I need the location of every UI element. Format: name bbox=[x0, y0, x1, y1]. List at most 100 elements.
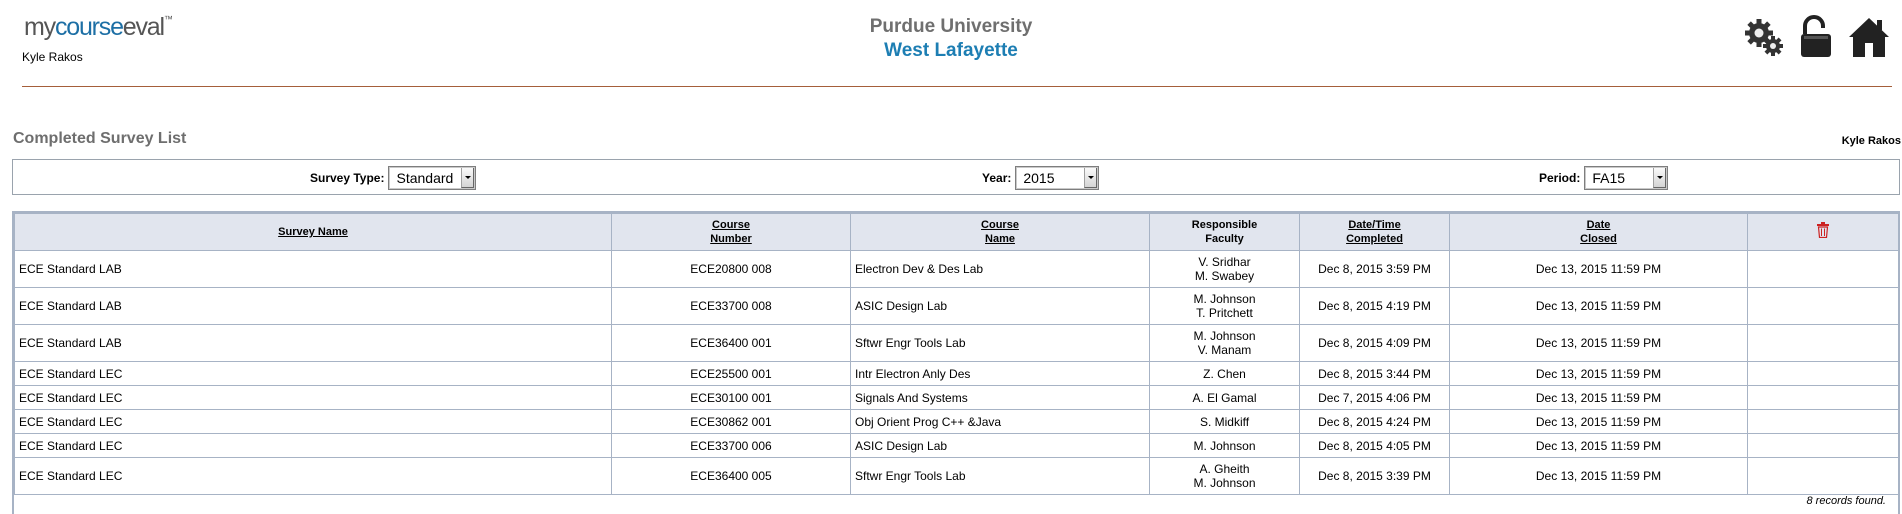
date-closed-cell: Dec 13, 2015 11:59 PM bbox=[1449, 409, 1748, 434]
survey-name-cell: ECE Standard LEC bbox=[14, 385, 612, 410]
action-cell bbox=[1747, 433, 1899, 458]
date-completed-cell: Dec 8, 2015 3:39 PM bbox=[1299, 457, 1450, 495]
header-completed-line1[interactable]: Date/Time bbox=[1348, 219, 1400, 231]
faculty-name: M. Johnson bbox=[1193, 476, 1256, 490]
header-survey-name-link[interactable]: Survey Name bbox=[278, 226, 348, 238]
table-row: ECE Standard LEC ECE25500 001 Intr Elect… bbox=[14, 361, 1899, 386]
chevron-down-icon bbox=[1084, 168, 1098, 188]
chevron-down-icon bbox=[1653, 168, 1667, 188]
survey-table-container: Survey Name Course Number Course Name Resp… bbox=[12, 211, 1900, 495]
year-filter: Year: 2015 bbox=[982, 165, 1100, 191]
table-row: ECE Standard LAB ECE33700 008 ASIC Desig… bbox=[14, 287, 1899, 325]
header-course-name-line1[interactable]: Course bbox=[981, 219, 1019, 231]
table-row: ECE Standard LEC ECE36400 005 Sftwr Engr… bbox=[14, 457, 1899, 495]
header-course-number-line2[interactable]: Number bbox=[710, 233, 752, 245]
course-name-cell: ASIC Design Lab bbox=[850, 287, 1150, 325]
course-name-cell: Intr Electron Anly Des bbox=[850, 361, 1150, 386]
faculty-name: A. Gheith bbox=[1199, 462, 1250, 476]
faculty-name: V. Manam bbox=[1197, 343, 1252, 357]
date-completed-cell: Dec 8, 2015 4:24 PM bbox=[1299, 409, 1450, 434]
faculty-cell: A. El Gamal bbox=[1149, 385, 1300, 410]
action-cell bbox=[1747, 385, 1899, 410]
survey-name-cell: ECE Standard LAB bbox=[14, 250, 612, 288]
header-date-completed[interactable]: Date/Time Completed bbox=[1299, 213, 1450, 251]
faculty-name: A. El Gamal bbox=[1192, 390, 1257, 405]
faculty-cell: M. Johnson bbox=[1149, 433, 1300, 458]
header-date-closed[interactable]: Date Closed bbox=[1449, 213, 1748, 251]
table-row: ECE Standard LAB ECE36400 001 Sftwr Engr… bbox=[14, 324, 1899, 362]
period-filter: Period: FA15 bbox=[1539, 165, 1669, 191]
header-closed-line2[interactable]: Closed bbox=[1580, 233, 1617, 245]
lock-icon[interactable] bbox=[1793, 14, 1839, 60]
date-closed-cell: Dec 13, 2015 11:59 PM bbox=[1449, 385, 1748, 410]
faculty-name: T. Pritchett bbox=[1196, 306, 1253, 320]
action-cell bbox=[1747, 324, 1899, 362]
header-course-number[interactable]: Course Number bbox=[611, 213, 851, 251]
table-row: ECE Standard LEC ECE30862 001 Obj Orient… bbox=[14, 409, 1899, 434]
table-row: ECE Standard LEC ECE33700 006 ASIC Desig… bbox=[14, 433, 1899, 458]
year-label: Year: bbox=[982, 171, 1012, 185]
header-responsible-faculty: Responsible Faculty bbox=[1149, 213, 1300, 251]
survey-name-cell: ECE Standard LEC bbox=[14, 361, 612, 386]
course-name-cell: Sftwr Engr Tools Lab bbox=[850, 457, 1150, 495]
course-number-cell: ECE36400 001 bbox=[611, 324, 851, 362]
campus-name: West Lafayette bbox=[884, 40, 1018, 61]
course-number-cell: ECE25500 001 bbox=[611, 361, 851, 386]
table-header-row: Survey Name Course Number Course Name Resp… bbox=[14, 213, 1899, 251]
course-name-cell: ASIC Design Lab bbox=[850, 433, 1150, 458]
date-closed-cell: Dec 13, 2015 11:59 PM bbox=[1449, 361, 1748, 386]
faculty-name: S. Midkiff bbox=[1199, 414, 1250, 429]
survey-name-cell: ECE Standard LEC bbox=[14, 457, 612, 495]
header-divider bbox=[22, 86, 1892, 87]
year-select[interactable]: 2015 bbox=[1015, 166, 1100, 190]
page-user-name: Kyle Rakos bbox=[1841, 135, 1901, 147]
header-course-name-line2[interactable]: Name bbox=[985, 233, 1015, 245]
date-completed-cell: Dec 8, 2015 3:59 PM bbox=[1299, 250, 1450, 288]
faculty-name: V. Sridhar bbox=[1198, 255, 1251, 269]
date-closed-cell: Dec 13, 2015 11:59 PM bbox=[1449, 287, 1748, 325]
faculty-name: M. Johnson bbox=[1193, 329, 1256, 343]
survey-type-value: Standard bbox=[396, 170, 454, 186]
survey-type-label: Survey Type: bbox=[310, 171, 385, 185]
faculty-name: M. Johnson bbox=[1193, 292, 1256, 306]
header-completed-line2[interactable]: Completed bbox=[1346, 233, 1403, 245]
course-name-cell: Signals And Systems bbox=[850, 385, 1150, 410]
course-number-cell: ECE33700 008 bbox=[611, 287, 851, 325]
period-value: FA15 bbox=[1592, 170, 1626, 186]
institution-name: Purdue University bbox=[869, 16, 1033, 37]
course-number-cell: ECE30862 001 bbox=[611, 409, 851, 434]
faculty-name: Z. Chen bbox=[1203, 366, 1246, 381]
header-course-number-line1[interactable]: Course bbox=[712, 219, 750, 231]
action-cell bbox=[1747, 250, 1899, 288]
home-icon[interactable] bbox=[1846, 14, 1892, 60]
faculty-cell: Z. Chen bbox=[1149, 361, 1300, 386]
date-completed-cell: Dec 7, 2015 4:06 PM bbox=[1299, 385, 1450, 410]
date-closed-cell: Dec 13, 2015 11:59 PM bbox=[1449, 324, 1748, 362]
faculty-name: M. Swabey bbox=[1194, 269, 1255, 283]
faculty-cell: M. Johnson T. Pritchett bbox=[1149, 287, 1300, 325]
period-label: Period: bbox=[1539, 171, 1581, 185]
header-delete[interactable] bbox=[1747, 213, 1899, 251]
survey-name-cell: ECE Standard LAB bbox=[14, 324, 612, 362]
gears-icon[interactable] bbox=[1742, 14, 1788, 60]
header-closed-line1[interactable]: Date bbox=[1587, 219, 1611, 231]
action-cell bbox=[1747, 361, 1899, 386]
date-closed-cell: Dec 13, 2015 11:59 PM bbox=[1449, 433, 1748, 458]
faculty-cell: M. Johnson V. Manam bbox=[1149, 324, 1300, 362]
action-cell bbox=[1747, 287, 1899, 325]
header-course-name[interactable]: Course Name bbox=[850, 213, 1150, 251]
trash-icon[interactable] bbox=[1816, 222, 1830, 239]
year-value: 2015 bbox=[1023, 170, 1055, 186]
survey-type-select[interactable]: Standard bbox=[388, 166, 477, 190]
course-number-cell: ECE20800 008 bbox=[611, 250, 851, 288]
action-cell bbox=[1747, 409, 1899, 434]
header-survey-name[interactable]: Survey Name bbox=[14, 213, 612, 251]
table-row: ECE Standard LAB ECE20800 008 Electron D… bbox=[14, 250, 1899, 288]
course-name-cell: Obj Orient Prog C++ &Java bbox=[850, 409, 1150, 434]
table-row: ECE Standard LEC ECE30100 001 Signals An… bbox=[14, 385, 1899, 410]
date-completed-cell: Dec 8, 2015 4:19 PM bbox=[1299, 287, 1450, 325]
course-number-cell: ECE36400 005 bbox=[611, 457, 851, 495]
faculty-cell: S. Midkiff bbox=[1149, 409, 1300, 434]
date-completed-cell: Dec 8, 2015 4:09 PM bbox=[1299, 324, 1450, 362]
period-select[interactable]: FA15 bbox=[1584, 166, 1669, 190]
